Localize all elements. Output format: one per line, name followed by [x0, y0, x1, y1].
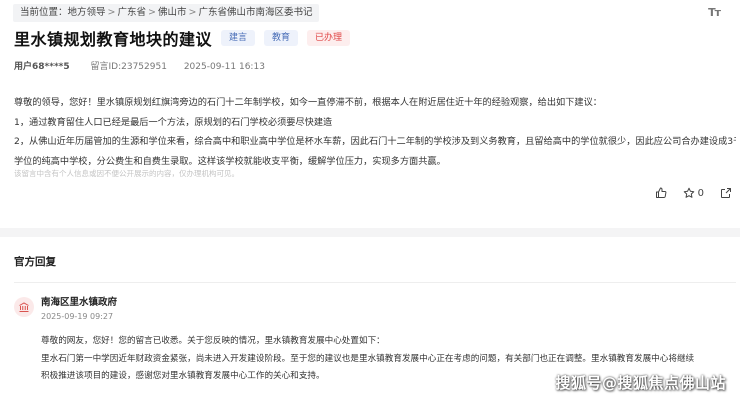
reply-header: 南海区里水镇政府 2025-09-19 09:27: [14, 296, 117, 323]
status-badge: 已办理: [307, 30, 351, 46]
font-size-icon[interactable]: Tт: [708, 6, 721, 19]
reply-date: 2025-09-19 09:27: [41, 312, 114, 321]
watermark: 搜狐号@搜狐焦点佛山站: [555, 374, 726, 392]
message-body: 尊敬的领导，您好！里水镇原规划红旗湾旁边的石门十二年制学校，如今一直停滞不前，根…: [14, 93, 736, 171]
official-reply-heading: 官方回复: [14, 256, 56, 268]
section-divider: [0, 228, 740, 237]
breadcrumb: 当前位置：地方领导 > 广东省 > 佛山市 > 广东省佛山市南海区委书记: [13, 4, 320, 22]
message-id: 留言ID:23752951: [90, 62, 167, 72]
like-button[interactable]: [655, 187, 667, 199]
government-building-icon: [14, 297, 34, 317]
message-paragraph: 2，从佛山近年历届管加的生源和学位来看，综合高中和职业高中学位是杯水车薪，因此石…: [14, 136, 736, 148]
reply-paragraph: 尊敬的网友，您好！您的留言已收悉。关于您反映的情况，里水镇教育发展中心处置如下：: [41, 336, 385, 346]
star-icon: [683, 187, 694, 198]
message-meta: 用户68****5 留言ID:23752951 2025-09-11 16:13: [14, 59, 265, 72]
breadcrumb-item-official[interactable]: 广东省佛山市南海区委书记: [198, 7, 312, 18]
reply-paragraph: 里水石门第一中学因近年财政资金紧张，尚未进入开发建设阶段。至于您的建议也是里水镇…: [41, 353, 695, 364]
tag-suggestion: 建言: [221, 30, 256, 46]
title-row: 里水镇规划教育地块的建议 建言 教育 已办理: [14, 27, 351, 49]
breadcrumb-separator: >: [188, 7, 197, 18]
heading-underline: [14, 282, 736, 283]
share-button[interactable]: [720, 187, 732, 199]
privacy-note: 该留言中含有个人信息或因不便公开展示的内容，仅办理机构可见。: [14, 169, 239, 178]
message-actions: 0: [639, 187, 732, 199]
thumbs-up-icon: [655, 187, 667, 198]
author-name: 用户68****5: [14, 62, 70, 72]
breadcrumb-separator: >: [148, 7, 156, 18]
favorite-button[interactable]: 0: [683, 187, 704, 199]
breadcrumb-item-province[interactable]: 广东省: [118, 7, 147, 18]
breadcrumb-item-region[interactable]: 地方领导: [68, 7, 106, 18]
tag-education: 教育: [264, 30, 299, 46]
message-paragraph: 尊敬的领导，您好！里水镇原规划红旗湾旁边的石门十二年制学校，如今一直停滞不前，根…: [14, 97, 602, 108]
message-datetime: 2025-09-11 16:13: [183, 62, 265, 72]
breadcrumb-item-city[interactable]: 佛山市: [158, 7, 187, 18]
message-paragraph: 1，通过教育留住人口已经是最后一个方法，原规划的石门学校必须要尽快建造: [14, 116, 333, 128]
breadcrumb-separator: >: [107, 7, 116, 18]
favorite-count: 0: [697, 187, 704, 199]
breadcrumb-prefix: 当前位置：: [20, 7, 68, 18]
reply-org-name: 南海区里水镇政府: [41, 297, 118, 308]
share-icon: [721, 188, 731, 198]
page-title: 里水镇规划教育地块的建议: [14, 30, 213, 49]
reply-org-info: 南海区里水镇政府 2025-09-19 09:27: [41, 296, 117, 323]
